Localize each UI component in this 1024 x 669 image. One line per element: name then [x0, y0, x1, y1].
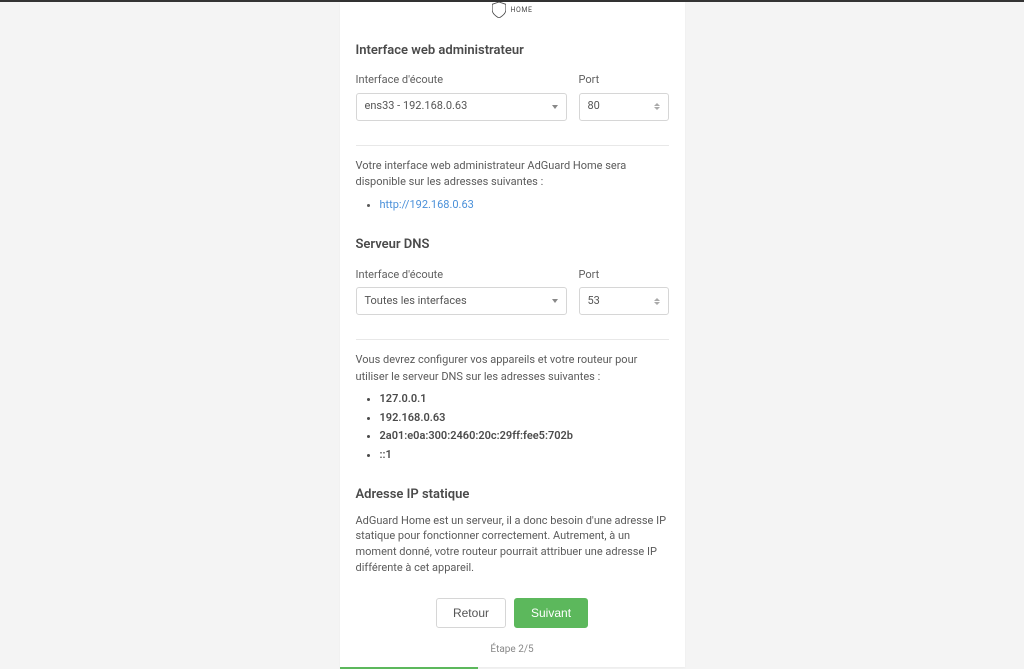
setup-card: HOME Interface web administrateur Interf…	[340, 2, 685, 667]
admin-port-value: 80	[588, 98, 600, 115]
button-row: Retour Suivant	[348, 598, 677, 628]
admin-address-link[interactable]: http://192.168.0.63	[380, 198, 474, 211]
number-spinner-icon	[654, 103, 660, 110]
dns-iface-select[interactable]: Toutes les interfaces	[356, 287, 567, 315]
admin-port-input[interactable]: 80	[579, 93, 669, 121]
admin-addresses: http://192.168.0.63	[356, 197, 669, 214]
list-item: 2a01:e0a:300:2460:20c:29ff:fee5:702b	[380, 428, 669, 445]
admin-iface-label: Interface d'écoute	[356, 72, 567, 89]
admin-iface-value: ens33 - 192.168.0.63	[365, 98, 468, 115]
admin-helper: Votre interface web administrateur AdGua…	[348, 146, 677, 214]
logo-row: HOME	[348, 2, 677, 29]
adguard-logo: HOME	[492, 2, 533, 18]
chevron-down-icon	[552, 105, 558, 109]
dns-helper: Vous devrez configurer vos appareils et …	[348, 340, 677, 463]
list-item: 192.168.0.63	[380, 410, 669, 427]
list-item: http://192.168.0.63	[380, 197, 669, 214]
number-spinner-icon	[654, 298, 660, 305]
dns-section: Serveur DNS Interface d'écoute Toutes le…	[348, 215, 677, 323]
dns-helper-text: Vous devrez configurer vos appareils et …	[356, 353, 638, 383]
back-button[interactable]: Retour	[436, 598, 506, 628]
dns-port-label: Port	[579, 267, 669, 284]
chevron-down-icon	[552, 299, 558, 303]
dns-port-input[interactable]: 53	[579, 287, 669, 315]
shield-icon	[492, 2, 506, 18]
dns-iface-value: Toutes les interfaces	[365, 293, 467, 310]
step-indicator: Étape 2/5	[348, 642, 677, 657]
static-ip-text: AdGuard Home est un serveur, il a donc b…	[356, 513, 669, 577]
next-button[interactable]: Suivant	[514, 598, 588, 628]
admin-iface-select[interactable]: ens33 - 192.168.0.63	[356, 93, 567, 121]
static-ip-section: Adresse IP statique AdGuard Home est un …	[348, 465, 677, 576]
list-item: ::1	[380, 447, 669, 464]
admin-section: Interface web administrateur Interface d…	[348, 29, 677, 129]
dns-addresses: 127.0.0.1 192.168.0.63 2a01:e0a:300:2460…	[356, 391, 669, 463]
admin-port-label: Port	[579, 72, 669, 89]
admin-title: Interface web administrateur	[356, 41, 669, 61]
logo-text: HOME	[511, 7, 533, 14]
list-item: 127.0.0.1	[380, 391, 669, 408]
dns-iface-label: Interface d'écoute	[356, 267, 567, 284]
dns-title: Serveur DNS	[356, 235, 669, 255]
admin-helper-text: Votre interface web administrateur AdGua…	[356, 159, 627, 189]
logo-subtitle: HOME	[511, 6, 533, 14]
static-ip-title: Adresse IP statique	[356, 485, 669, 505]
dns-port-value: 53	[588, 293, 600, 310]
